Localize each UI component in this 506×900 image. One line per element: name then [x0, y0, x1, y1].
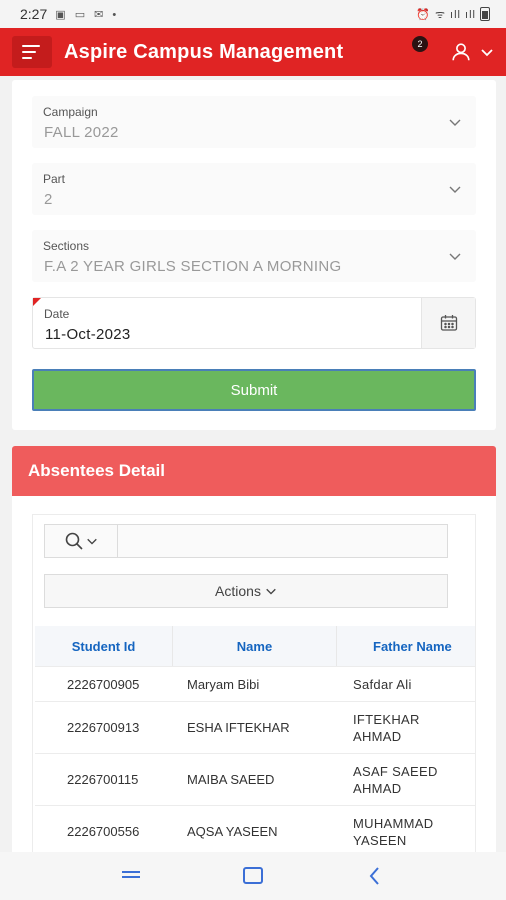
sections-label: Sections [43, 239, 90, 253]
status-bar: 2:27 ▣ ▭ ✉ • ⏰ ᯤ ıll ıll [0, 0, 506, 28]
status-left: 2:27 ▣ ▭ ✉ • [20, 6, 119, 22]
part-label: Part [43, 172, 66, 186]
home-button[interactable] [237, 860, 269, 892]
campaign-label: Campaign [43, 105, 98, 119]
app-header: Aspire Campus Management 2 [0, 28, 506, 76]
interactive-report: Actions Student Id Name Father Name 2226… [32, 514, 476, 874]
search-icon [65, 532, 83, 550]
chevron-down-icon [449, 253, 461, 260]
column-header-student-id[interactable]: Student Id [35, 626, 173, 666]
campaign-value: FALL 2022 [44, 124, 119, 141]
required-indicator [33, 298, 41, 306]
table-row: 2226700115 MAIBA SAEED ASAF SAEED AHMAD [35, 754, 475, 806]
table-row: 2226700913 ESHA IFTEKHAR IFTEKHAR AHMAD [35, 702, 475, 754]
column-header-father-name[interactable]: Father Name [337, 626, 475, 666]
part-value: 2 [44, 191, 53, 208]
absentees-table: Student Id Name Father Name 2226700905 M… [35, 626, 475, 858]
calendar-icon [440, 315, 457, 331]
absentees-detail-header: Absentees Detail [12, 446, 496, 496]
chevron-down-icon [449, 186, 461, 193]
back-button[interactable] [359, 860, 391, 892]
search-column-button[interactable] [45, 525, 118, 557]
notification-badge: 2 [412, 36, 428, 52]
name-cell: AQSA YASEEN [187, 824, 278, 839]
name-cell: ESHA IFTEKHAR [187, 720, 290, 735]
home-icon [243, 867, 263, 884]
search-bar [44, 524, 448, 558]
name-cell: MAIBA SAEED [187, 772, 275, 787]
notification-icons: ▣ ▭ ✉ • [55, 8, 120, 21]
recent-apps-button[interactable] [115, 860, 147, 892]
table-row: 2226700556 AQSA YASEEN MUHAMMAD YASEEN [35, 806, 475, 858]
father-name-cell: IFTEKHAR AHMAD [353, 711, 420, 744]
recent-apps-icon [122, 871, 140, 878]
status-time: 2:27 [20, 6, 48, 22]
actions-label: Actions [215, 583, 261, 599]
notification-button[interactable]: 2 [412, 36, 432, 62]
table-row: 2226700905 Maryam Bibi Safdar Ali [35, 667, 475, 702]
search-input[interactable] [118, 525, 447, 557]
father-name-cell: Safdar Ali [353, 676, 412, 692]
father-name-cell: ASAF SAEED AHMAD [353, 763, 438, 796]
student-id-cell: 2226700905 [67, 676, 140, 692]
filter-form: Campaign FALL 2022 Part 2 Sections F.A 2… [12, 80, 496, 430]
user-icon[interactable] [450, 41, 472, 63]
hamburger-menu-button[interactable] [12, 36, 52, 68]
chevron-down-icon [449, 119, 461, 126]
table-header-row: Student Id Name Father Name [35, 626, 475, 667]
chevron-down-icon [87, 538, 97, 545]
campaign-select[interactable]: Campaign FALL 2022 [32, 96, 476, 148]
student-id-cell: 2226700115 [67, 772, 139, 787]
student-id-cell: 2226700556 [67, 824, 140, 839]
signal-icons: ⏰ ᯤ ıll ıll [416, 8, 476, 21]
date-label: Date [44, 307, 70, 321]
system-navigation-bar [0, 852, 506, 900]
app-title: Aspire Campus Management [64, 40, 344, 63]
student-id-cell: 2226700913 [67, 720, 140, 735]
name-cell: Maryam Bibi [187, 676, 260, 692]
user-menu-chevron-down-icon[interactable] [480, 45, 494, 59]
date-field[interactable]: Date 11-Oct-2023 [32, 297, 476, 349]
submit-button[interactable]: Submit [32, 369, 476, 411]
sections-value: F.A 2 YEAR GIRLS SECTION A MORNING [44, 258, 342, 275]
actions-menu-button[interactable]: Actions [44, 574, 448, 608]
battery-icon [480, 7, 490, 21]
part-select[interactable]: Part 2 [32, 163, 476, 215]
father-name-cell: MUHAMMAD YASEEN [353, 815, 434, 848]
sections-select[interactable]: Sections F.A 2 YEAR GIRLS SECTION A MORN… [32, 230, 476, 282]
absentees-title: Absentees Detail [28, 461, 165, 480]
system-status-icons: ⏰ ᯤ ıll ıll [416, 7, 490, 22]
chevron-down-icon [266, 588, 276, 595]
absentees-panel: Actions Student Id Name Father Name 2226… [12, 496, 496, 876]
back-icon [369, 867, 379, 885]
calendar-button[interactable] [421, 298, 475, 348]
date-value: 11-Oct-2023 [45, 326, 131, 343]
column-header-name[interactable]: Name [173, 626, 337, 666]
